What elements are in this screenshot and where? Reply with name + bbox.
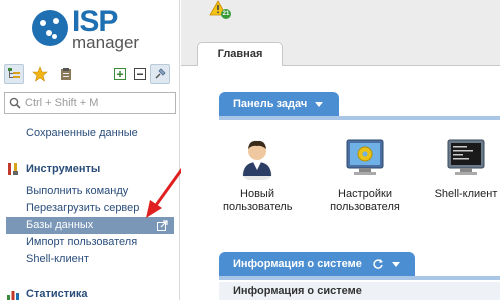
tile-user-settings[interactable]: Настройки пользователя (327, 136, 403, 214)
menu-group-statistics[interactable]: Статистика (6, 287, 88, 300)
statistics-icon (7, 291, 19, 300)
tab-main[interactable]: Главная (197, 42, 283, 67)
ispmanager-logo[interactable]: ISP manager (32, 6, 152, 52)
sysinfo-panel-title: Информация о системе (233, 258, 362, 270)
tile-shell-client-label: Shell-клиент (434, 188, 498, 200)
menu-item-saved-data[interactable]: Сохраненные данные (26, 126, 138, 140)
tasks-panel-header[interactable]: Панель задач (219, 92, 339, 116)
tasks-panel-title: Панель задач (233, 98, 308, 110)
menu-group-statistics-label: Статистика (26, 288, 88, 300)
menu-item-run-command[interactable]: Выполнить команду (26, 184, 128, 198)
logo-mark-icon (32, 10, 68, 46)
chevron-down-icon[interactable] (391, 261, 400, 267)
terminal-icon (447, 139, 485, 175)
user-icon (242, 140, 272, 181)
tile-shell-client[interactable]: Shell-клиент (431, 136, 500, 201)
refresh-icon[interactable] (372, 258, 384, 270)
collapse-all-button[interactable] (130, 64, 150, 84)
menu-item-databases-label: Базы данных (26, 219, 94, 231)
sysinfo-subheader: Информация о системе (219, 282, 500, 300)
menu-item-restart-server[interactable]: Перезагрузить сервер (26, 201, 139, 215)
search-input[interactable] (25, 97, 175, 109)
menu-search (4, 92, 176, 114)
menu-group-tools-label: Инструменты (26, 163, 101, 175)
menu-tree-button[interactable] (4, 64, 24, 84)
menu-group-tools[interactable]: Инструменты (6, 162, 100, 176)
menu-item-shell-client[interactable]: Shell-клиент (26, 252, 89, 266)
logo-manager-text: manager (72, 33, 140, 52)
alerts-button[interactable]: 21 (209, 0, 235, 20)
clipboard-icon (61, 68, 71, 80)
sidebar-toolbar (0, 62, 180, 86)
pin-icon (155, 68, 166, 79)
open-new-tab-icon[interactable] (157, 220, 168, 231)
plus-box-icon (114, 68, 126, 80)
menu-item-import-user[interactable]: Импорт пользователя (26, 235, 137, 249)
search-icon (9, 97, 21, 109)
alerts-count-badge: 21 (221, 9, 231, 19)
tree-icon (8, 68, 20, 78)
tile-user-settings-label: Настройки пользователя (330, 188, 400, 213)
tasks-panel-divider (219, 116, 500, 120)
tab-strip: Главная (181, 40, 500, 67)
favorites-button[interactable] (30, 64, 50, 84)
minus-box-icon (134, 68, 146, 80)
chevron-down-icon[interactable] (315, 101, 324, 107)
sysinfo-panel-header[interactable]: Информация о системе (219, 252, 415, 276)
top-bar: 21 (181, 0, 500, 40)
dashboard: Панель задач Новый пользователь Настройк… (181, 66, 500, 300)
star-icon (32, 66, 48, 82)
tile-new-user[interactable]: Новый пользователь (223, 136, 293, 214)
sysinfo-panel-divider (219, 276, 500, 280)
settings-monitor-icon (346, 139, 384, 175)
tile-new-user-label: Новый пользователь (223, 188, 293, 213)
clipboard-button[interactable] (56, 64, 76, 84)
pin-button[interactable] (150, 64, 170, 84)
tools-icon (8, 163, 18, 175)
expand-all-button[interactable] (110, 64, 130, 84)
